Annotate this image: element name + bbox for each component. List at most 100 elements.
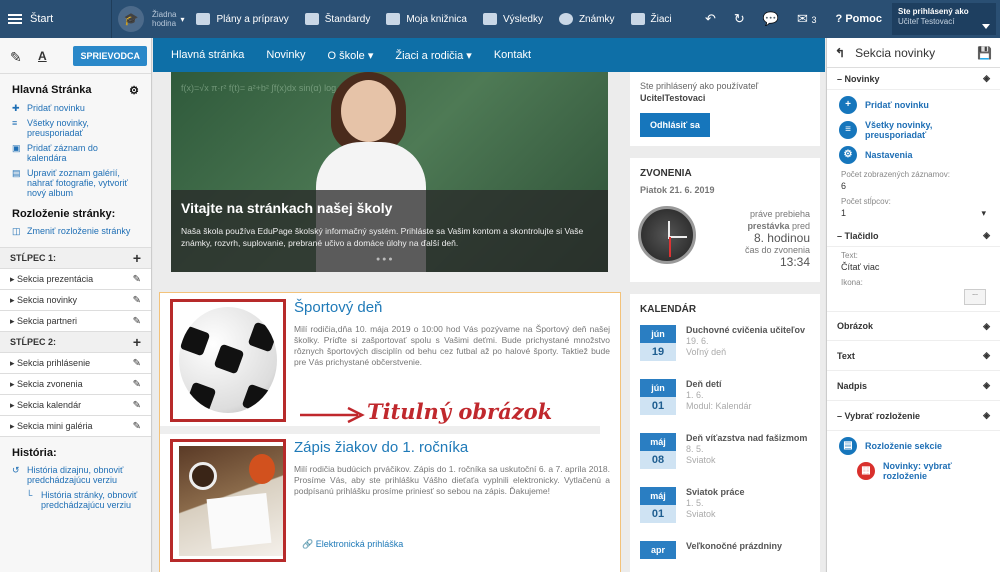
calendar-event[interactable]: apr Veľkonočné prázdniny xyxy=(640,541,810,572)
article-title[interactable]: Športový deň xyxy=(294,299,610,316)
save-icon[interactable]: 💾 xyxy=(977,46,992,60)
image-section-header[interactable]: Obrázok ◈ xyxy=(827,311,1000,341)
start-button[interactable]: Štart xyxy=(0,0,112,38)
all-news-link[interactable]: ≡ Všetky novinky, preusporiadať xyxy=(12,118,139,138)
pencil-icon[interactable]: ✎ xyxy=(133,274,141,285)
slider-dots[interactable]: ● ● ● xyxy=(376,256,393,263)
text-format-button[interactable]: A xyxy=(38,49,47,63)
students-label: Žiaci xyxy=(650,13,672,25)
count-field[interactable]: 6 xyxy=(841,181,986,191)
section-row[interactable]: ▸ Sekcia mini galéria ✎ xyxy=(0,415,151,436)
section-row[interactable]: ▸ Sekcia prihlásenie ✎ xyxy=(0,352,151,373)
news-article[interactable]: Zápis žiakov do 1. ročníka Milí rodičia … xyxy=(170,439,610,563)
add-calendar-link[interactable]: ▣ Pridať záznam do kalendára xyxy=(12,143,139,163)
bells-state: prestávka xyxy=(747,221,790,231)
lesson-selector[interactable]: Žiadna hodina ▾ xyxy=(152,10,184,28)
paint-bucket-icon[interactable]: ◈ xyxy=(983,321,990,332)
paint-bucket-icon[interactable]: ◈ xyxy=(983,350,990,361)
paint-bucket-icon[interactable]: ◈ xyxy=(983,230,990,241)
event-note: Modul: Kalendár xyxy=(686,401,752,411)
application-link-label: Elektronická prihláška xyxy=(315,539,404,549)
plus-icon[interactable]: + xyxy=(133,334,141,350)
section-row[interactable]: ▸ Sekcia kalendár ✎ xyxy=(0,394,151,415)
calendar-event[interactable]: jún 01 Deň detí 1. 6. Modul: Kalendár xyxy=(640,379,810,425)
pencil-icon[interactable]: ✎ xyxy=(133,400,141,411)
text-label: Text: xyxy=(841,251,858,260)
column2-title: STĹPEC 2: xyxy=(10,337,57,347)
gear-icon[interactable]: ⚙ xyxy=(129,84,139,97)
paint-bucket-icon[interactable]: ◈ xyxy=(983,380,990,391)
plans-menu[interactable]: Plány a prípravy xyxy=(196,13,289,25)
refresh-icon[interactable]: ↻ xyxy=(734,11,745,27)
gallery-link[interactable]: ▤ Upraviť zoznam galérií, nahrať fotograf… xyxy=(12,168,139,198)
undo-icon[interactable]: ↶ xyxy=(705,11,716,27)
news-layout-action[interactable]: ▦ Novinky: vybrať rozloženie xyxy=(839,461,988,481)
novinky-section-header[interactable]: – Novinky ◈ xyxy=(827,68,1000,90)
nav-home[interactable]: Hlavná stránka xyxy=(171,49,244,61)
login-user: UcitelTestovaci xyxy=(640,93,706,103)
user-menu[interactable]: Ste prihlásený ako Učiteľ Testovací xyxy=(892,3,996,35)
columns-select[interactable]: 1 ▾ xyxy=(841,208,986,219)
left-panel: ✎ A SPRIEVODCA Hlavná Stránka ⚙ ✚ Pridať n… xyxy=(0,38,152,572)
results-menu[interactable]: Výsledky xyxy=(482,13,543,25)
hero-title: Vitajte na stránkach našej školy xyxy=(181,200,393,216)
heading-section-header[interactable]: Nadpis ◈ xyxy=(827,371,1000,401)
pencil-icon[interactable]: ✎ xyxy=(133,358,141,369)
change-layout-link[interactable]: ◫ Zmeniť rozloženie stránky xyxy=(12,226,139,236)
section-label: Tlačidlo xyxy=(844,230,879,241)
standards-label: Štandardy xyxy=(324,13,371,25)
pencil-icon[interactable]: ✎ xyxy=(133,421,141,432)
all-news-action[interactable]: ≡ Všetky novinky, preusporiadať xyxy=(839,120,988,140)
layout-section-header[interactable]: – Vybrať rozloženie ◈ xyxy=(827,401,1000,431)
calendar-event[interactable]: máj 01 Sviatok práce 1. 5. Sviatok xyxy=(640,487,810,533)
paint-bucket-icon[interactable]: ◈ xyxy=(983,73,990,84)
back-icon[interactable]: ↰ xyxy=(835,46,845,60)
event-month: apr xyxy=(640,541,676,559)
link-label: História dizajnu, obnoviť predchádzajúcu… xyxy=(27,465,124,485)
hero-slider[interactable]: f(x)=√x π·r² f(t)= a²+b² ∫f(x)dx sin(α) … xyxy=(171,72,608,272)
page-history-link[interactable]: └ História stránky, obnoviť predchádzajúc… xyxy=(12,490,139,510)
nav-about[interactable]: O škole ▾ xyxy=(328,49,374,62)
graduation-cap-icon[interactable]: 🎓 xyxy=(118,6,144,32)
text-section-header[interactable]: Text ◈ xyxy=(827,341,1000,371)
paint-bucket-icon[interactable]: ◈ xyxy=(983,410,990,421)
count-value: 6 xyxy=(841,181,847,191)
logout-button[interactable]: Odhlásiť sa xyxy=(640,113,710,137)
event-month: máj xyxy=(640,487,676,505)
nav-contact[interactable]: Kontakt xyxy=(494,49,531,61)
hero-text: Naša škola používa EduPage školský infor… xyxy=(181,226,584,248)
pencil-icon[interactable]: ✎ xyxy=(133,316,141,327)
article-thumbnail[interactable] xyxy=(170,299,286,422)
section-row[interactable]: ▸ Sekcia partneri ✎ xyxy=(0,310,151,331)
section-row[interactable]: ▸ Sekcia prezentácia ✎ xyxy=(0,268,151,289)
nav-news[interactable]: Novinky xyxy=(266,49,305,61)
article-title[interactable]: Zápis žiakov do 1. ročníka xyxy=(294,439,610,456)
icon-picker-button[interactable]: ... xyxy=(964,289,986,305)
plus-icon[interactable]: + xyxy=(133,250,141,266)
add-news-action[interactable]: + Pridať novinku xyxy=(839,96,988,114)
guide-button[interactable]: SPRIEVODCA xyxy=(73,45,147,66)
pencil-icon[interactable]: ✎ xyxy=(133,295,141,306)
grades-menu[interactable]: Známky xyxy=(558,13,615,25)
section-row[interactable]: ▸ Sekcia novinky ✎ xyxy=(0,289,151,310)
button-section-header[interactable]: – Tlačidlo ◈ xyxy=(827,225,1000,247)
add-news-link[interactable]: ✚ Pridať novinku xyxy=(12,103,139,113)
nav-students-parents[interactable]: Žiaci a rodičia ▾ xyxy=(395,49,471,62)
calendar-event[interactable]: máj 08 Deň víťazstva nad fašizmom 8. 5. Svia… xyxy=(640,433,810,479)
help-button[interactable]: ? Pomoc xyxy=(836,13,882,25)
application-link[interactable]: 🔗 Elektronická prihláška xyxy=(302,539,403,550)
mail-icon[interactable]: ✉ 3 xyxy=(797,11,817,27)
pencil-icon[interactable]: ✎ xyxy=(10,49,24,65)
chat-icon[interactable]: 💬 xyxy=(763,11,779,27)
standards-menu[interactable]: Štandardy xyxy=(304,13,371,25)
section-layout-action[interactable]: ▤ Rozloženie sekcie xyxy=(839,437,988,455)
button-text-field[interactable]: Čítať viac xyxy=(841,262,986,272)
section-row[interactable]: ▸ Sekcia zvonenia ✎ xyxy=(0,373,151,394)
students-menu[interactable]: Žiaci xyxy=(630,13,672,25)
calendar-event[interactable]: jún 19 Duchovné cvičenia učiteľov 19. 6. Voľ… xyxy=(640,325,810,371)
library-menu[interactable]: Moja knižnica xyxy=(386,13,467,25)
article-thumbnail[interactable] xyxy=(170,439,286,562)
design-history-link[interactable]: ↺ História dizajnu, obnoviť predchádzajúc… xyxy=(12,465,139,485)
pencil-icon[interactable]: ✎ xyxy=(133,379,141,390)
settings-action[interactable]: ⚙ Nastavenia xyxy=(839,146,988,164)
